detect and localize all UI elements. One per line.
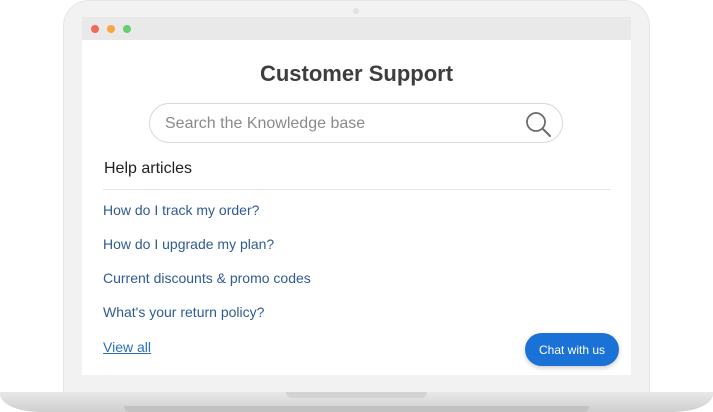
search-input[interactable] [165,113,505,135]
view-all-link[interactable]: View all [103,339,151,355]
laptop-base-foot [124,406,589,412]
article-link-return-policy[interactable]: What's your return policy? [103,304,264,320]
article-link-discounts[interactable]: Current discounts & promo codes [103,270,311,286]
page-title: Customer Support [259,61,454,86]
maximize-window-icon[interactable] [123,25,131,33]
search-icon[interactable] [524,110,552,138]
search-bar[interactable] [149,103,563,143]
browser-window: Customer Support Help articles How do I … [82,17,631,375]
minimize-window-icon[interactable] [107,25,115,33]
article-link-upgrade-plan[interactable]: How do I upgrade my plan? [103,236,274,252]
laptop-mockup: Customer Support Help articles How do I … [0,0,713,412]
article-link-track-order[interactable]: How do I track my order? [103,202,259,218]
laptop-base-notch [286,392,427,398]
camera-dot [353,8,359,14]
close-window-icon[interactable] [91,25,99,33]
help-articles-heading: Help articles [104,160,193,177]
chat-with-us-button[interactable]: Chat with us [525,333,619,366]
window-titlebar [82,17,631,40]
divider [103,189,611,190]
